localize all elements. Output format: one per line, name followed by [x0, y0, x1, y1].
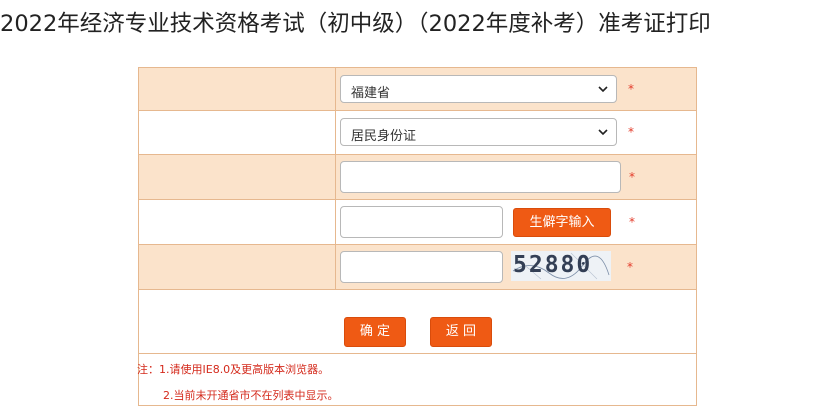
required-mark: *	[627, 260, 633, 274]
action-row: 确 定 返 回	[139, 290, 696, 354]
id-number-input[interactable]	[340, 161, 621, 193]
notes-row: 注：1.请使用IE8.0及更高版本浏览器。 2.当前未开通省市不在列表中显示。	[137, 354, 696, 405]
name-row: 考生姓名： 生僻字输入 *	[139, 200, 696, 245]
page-title: 2022年经济专业技术资格考试（初中级）（2022年度补考）准考证打印	[0, 11, 711, 37]
province-select-value: 福建省	[351, 86, 391, 101]
required-mark: *	[629, 170, 635, 184]
id-number-row: 证件号码： *	[139, 155, 696, 200]
rare-char-input-button[interactable]: 生僻字输入	[513, 208, 611, 237]
captcha-input[interactable]	[340, 251, 503, 283]
confirm-button[interactable]: 确 定	[344, 317, 406, 347]
province-row: 报名省市： 福建省 *	[139, 68, 696, 111]
captcha-row: 验证码： 52880 *	[139, 245, 696, 290]
province-select[interactable]: 福建省	[340, 75, 617, 103]
required-mark: *	[629, 215, 635, 229]
admission-ticket-form: 报名省市： 福建省 * 证件类型： 居民身份证 * 证件号码： * 考生姓名：	[137, 67, 697, 406]
chevron-down-icon	[598, 86, 608, 93]
id-type-row: 证件类型： 居民身份证 *	[139, 111, 696, 155]
captcha-image[interactable]: 52880	[511, 251, 611, 281]
note-line-1: 注：1.请使用IE8.0及更高版本浏览器。	[137, 363, 330, 376]
captcha-text: 52880	[513, 252, 593, 278]
required-mark: *	[628, 125, 634, 139]
note-line-2: 2.当前未开通省市不在列表中显示。	[163, 389, 339, 402]
back-button[interactable]: 返 回	[430, 317, 492, 347]
chevron-down-icon	[598, 129, 608, 136]
name-input[interactable]	[340, 206, 503, 238]
id-type-select-value: 居民身份证	[351, 129, 417, 144]
id-type-select[interactable]: 居民身份证	[340, 118, 617, 146]
required-mark: *	[628, 82, 634, 96]
